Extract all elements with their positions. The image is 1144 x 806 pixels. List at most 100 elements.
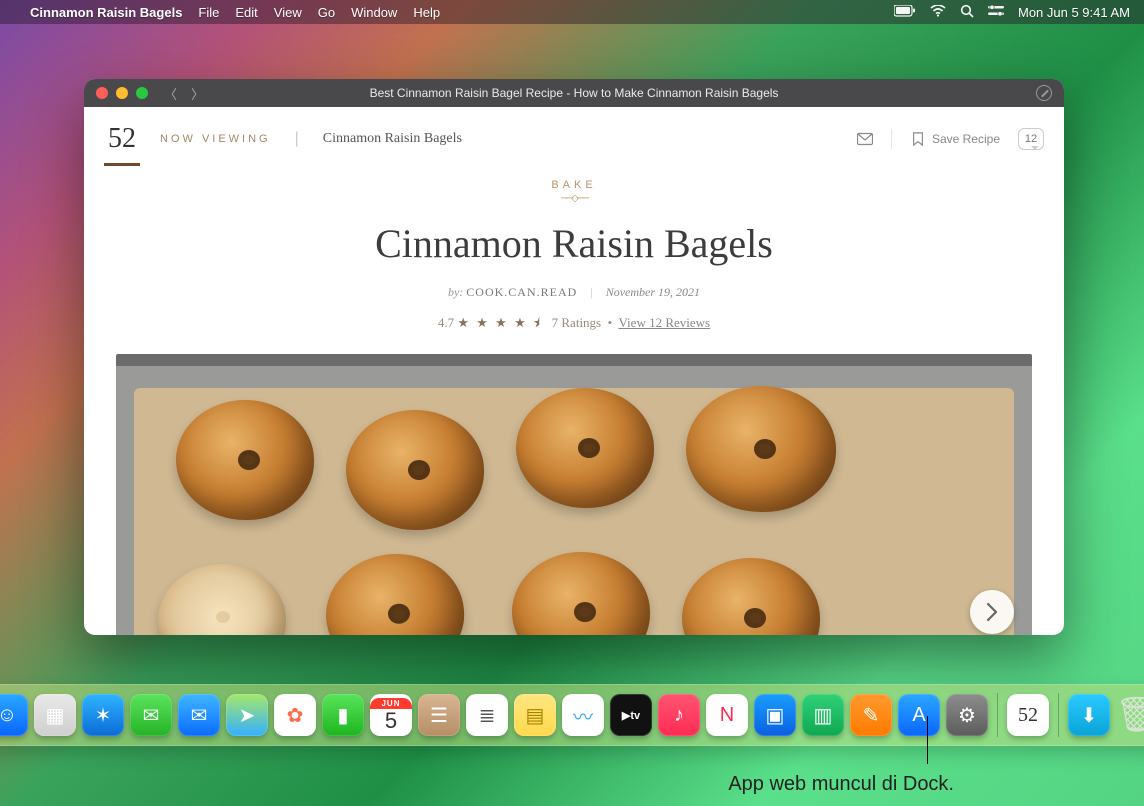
tv-glyph: ▶tv [622,709,640,722]
dock-item-settings[interactable]: ⚙ [946,694,988,736]
dock-separator [1058,693,1059,737]
calendar-month-label: JUN [370,698,412,709]
rating-stars: ★ ★ ★ ★ ⯨ [457,315,542,330]
menu-window[interactable]: Window [351,5,397,20]
maps-glyph: ➤ [239,703,256,728]
breadcrumb-title[interactable]: Cinnamon Raisin Bagels [323,131,462,147]
pages-glyph: ✎ [863,703,880,728]
window-close-button[interactable] [96,87,108,99]
wifi-icon[interactable] [930,5,946,20]
carousel-next-button[interactable] [970,590,1014,634]
menubar: Cinnamon Raisin Bagels File Edit View Go… [0,0,1144,24]
window-title: Best Cinnamon Raisin Bagel Recipe - How … [84,86,1064,100]
save-recipe-label: Save Recipe [932,132,1000,146]
window-titlebar[interactable]: 〈 〉 Best Cinnamon Raisin Bagel Recipe - … [84,79,1064,107]
contacts-glyph: ☰ [430,703,448,728]
divider: | [295,130,299,148]
freeform-glyph: 〰 [573,701,593,730]
news-glyph: N [720,704,734,727]
menubar-datetime[interactable]: Mon Jun 5 9:41 AM [1018,5,1130,20]
app-window: 〈 〉 Best Cinnamon Raisin Bagel Recipe - … [84,79,1064,635]
window-minimize-button[interactable] [116,87,128,99]
site-header: 52 NOW VIEWING | Cinnamon Raisin Bagels … [84,107,1064,171]
dock-item-tv[interactable]: ▶tv [610,694,652,736]
privacy-report-icon[interactable] [1036,85,1052,101]
desktop: Cinnamon Raisin Bagels File Edit View Go… [0,0,1144,806]
menu-edit[interactable]: Edit [235,5,257,20]
dock-item-webapp-52[interactable]: 52 [1007,694,1049,736]
dock-item-music[interactable]: ♪ [658,694,700,736]
finder-glyph: ☺ [0,704,17,727]
safari-glyph: ✶ [95,703,112,728]
calendar-day-label: 5 [385,709,397,733]
appstore-glyph: A [912,704,925,727]
menu-go[interactable]: Go [318,5,335,20]
page-title: Cinnamon Raisin Bagels [84,220,1064,267]
dock-item-downloads[interactable]: ⬇ [1068,694,1110,736]
dock: ☺ ▦ ✶ ✉ ✉ ➤ ✿ ▮ JUN5 ☰ ≣ ▤ 〰 ▶tv ♪ N ▣ ▥ ✎ A ⚙ 52 ⬇ 🗑 [0,684,1144,746]
author-link[interactable]: COOK.CAN.READ [466,285,577,299]
facetime-glyph: ▮ [337,703,348,728]
dock-item-messages[interactable]: ✉ [130,694,172,736]
numbers-glyph: ▥ [814,703,833,728]
divider: | [590,285,592,299]
kicker[interactable]: BAKE [84,179,1064,191]
control-center-icon[interactable] [988,5,1004,20]
notes-glyph: ▤ [526,703,545,728]
battery-icon[interactable] [894,5,916,20]
downloads-glyph: ⬇ [1081,703,1098,728]
dock-item-safari[interactable]: ✶ [82,694,124,736]
by-prefix: by: [448,285,463,299]
email-icon[interactable] [857,132,873,146]
menu-file[interactable]: File [198,5,219,20]
dock-item-launchpad[interactable]: ▦ [34,694,76,736]
music-glyph: ♪ [674,704,684,727]
reminders-glyph: ≣ [479,703,496,728]
nav-forward-button[interactable]: 〉 [191,84,204,103]
site-logo[interactable]: 52 [104,123,140,166]
settings-glyph: ⚙ [958,703,976,728]
window-zoom-button[interactable] [136,87,148,99]
dock-item-keynote[interactable]: ▣ [754,694,796,736]
rating-count: 7 Ratings [552,315,601,330]
webapp-52-glyph: 52 [1018,704,1038,727]
menu-view[interactable]: View [274,5,302,20]
divider [891,129,892,149]
dock-item-photos[interactable]: ✿ [274,694,316,736]
dock-item-contacts[interactable]: ☰ [418,694,460,736]
callout-text: App web muncul di Dock. [728,773,954,796]
view-reviews-link[interactable]: View 12 Reviews [618,315,710,330]
kicker-divider-icon: ──◇── [84,193,1064,204]
dock-item-notes[interactable]: ▤ [514,694,556,736]
chevron-right-icon [983,603,1001,621]
dock-item-appstore[interactable]: A [898,694,940,736]
now-viewing-label: NOW VIEWING [160,133,271,145]
dock-item-facetime[interactable]: ▮ [322,694,364,736]
comments-button[interactable]: 12 [1018,128,1044,150]
dock-item-freeform[interactable]: 〰 [562,694,604,736]
nav-back-button[interactable]: 〈 [164,84,177,103]
dock-item-reminders[interactable]: ≣ [466,694,508,736]
dock-item-maps[interactable]: ➤ [226,694,268,736]
dock-item-news[interactable]: N [706,694,748,736]
dock-item-mail[interactable]: ✉ [178,694,220,736]
launchpad-glyph: ▦ [46,703,65,728]
callout-leader-line [927,716,928,764]
dock-item-calendar[interactable]: JUN5 [370,694,412,736]
dock-item-pages[interactable]: ✎ [850,694,892,736]
dock-item-numbers[interactable]: ▥ [802,694,844,736]
rating-value: 4.7 [438,315,454,330]
comments-count: 12 [1025,133,1037,145]
spotlight-icon[interactable] [960,4,974,21]
mail-glyph: ✉ [191,703,208,728]
menubar-app-name[interactable]: Cinnamon Raisin Bagels [30,5,182,20]
hero-image [116,354,1032,635]
page-content: BAKE ──◇── Cinnamon Raisin Bagels by: CO… [84,171,1064,635]
dock-item-trash[interactable]: 🗑 [1116,694,1144,736]
messages-glyph: ✉ [143,703,160,728]
dock-item-finder[interactable]: ☺ [0,694,28,736]
publish-date: November 19, 2021 [606,285,700,299]
keynote-glyph: ▣ [766,703,785,728]
save-recipe-button[interactable]: Save Recipe [910,132,1000,146]
menu-help[interactable]: Help [413,5,440,20]
